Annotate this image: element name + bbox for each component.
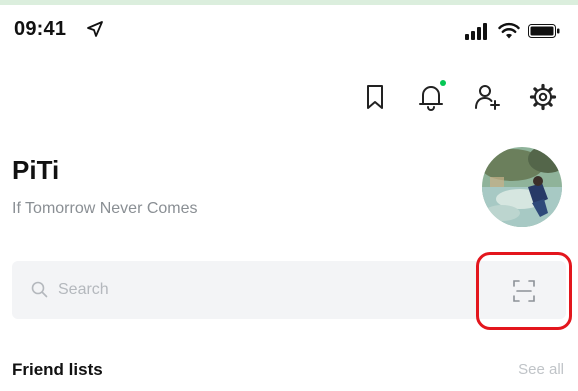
top-accent-bar	[0, 0, 578, 5]
notification-dot	[440, 80, 446, 86]
gear-icon	[529, 83, 557, 111]
avatar-photo	[482, 147, 562, 227]
settings-button[interactable]	[526, 80, 560, 114]
notifications-button[interactable]	[414, 80, 448, 114]
status-icons	[464, 20, 560, 42]
scan-button[interactable]	[476, 252, 572, 330]
status-time: 09:41	[14, 18, 67, 40]
search-input[interactable]	[58, 272, 458, 308]
wifi-icon	[498, 22, 520, 39]
signal-icon	[465, 23, 487, 40]
battery-icon	[528, 24, 560, 38]
bookmark-button[interactable]	[358, 80, 392, 114]
location-arrow-icon	[87, 21, 103, 37]
profile-name[interactable]: PiTi	[12, 155, 59, 186]
search-icon	[31, 281, 48, 298]
avatar[interactable]	[482, 147, 562, 227]
bell-icon	[419, 86, 443, 111]
see-all-link[interactable]: See all	[518, 361, 564, 378]
qr-scan-icon	[513, 280, 535, 302]
status-bar: 09:41	[0, 12, 578, 48]
bookmark-icon	[367, 85, 383, 109]
add-friend-button[interactable]	[470, 80, 504, 114]
header-actions	[358, 80, 560, 114]
friend-lists-title: Friend lists	[12, 360, 103, 379]
status-message[interactable]: If Tomorrow Never Comes	[12, 200, 198, 218]
add-friend-icon	[475, 85, 500, 110]
